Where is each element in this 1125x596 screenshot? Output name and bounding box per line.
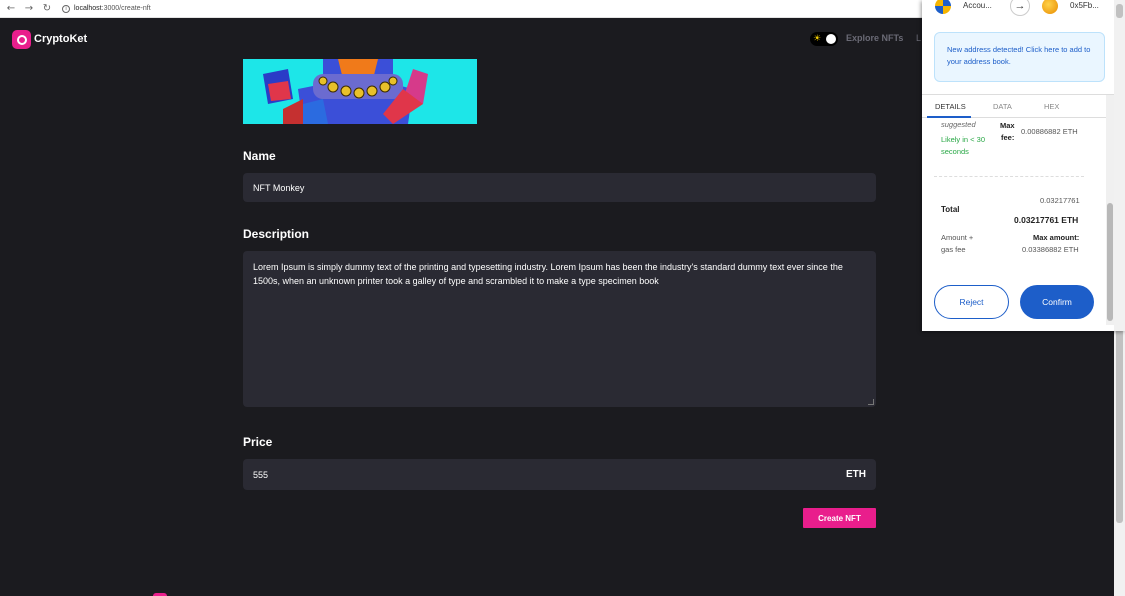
amount-gas-label-line2: gas fee bbox=[941, 245, 966, 254]
popup-content-scrollbar[interactable] bbox=[1106, 95, 1114, 325]
total-label: Total bbox=[941, 205, 960, 214]
arrow-right-icon: → bbox=[1010, 0, 1030, 16]
popup-content-scrollbar-thumb[interactable] bbox=[1107, 203, 1113, 321]
name-input[interactable]: NFT Monkey bbox=[243, 173, 876, 202]
url-path: :3000/create-nft bbox=[101, 5, 151, 12]
back-icon[interactable]: ← bbox=[4, 2, 18, 16]
nav-listed-nfts[interactable]: L bbox=[916, 33, 921, 43]
address-bar[interactable]: i localhost:3000/create-nft bbox=[62, 2, 151, 16]
from-account-avatar-icon bbox=[935, 0, 951, 14]
tab-hex[interactable]: HEX bbox=[1044, 102, 1059, 111]
url-host: localhost bbox=[74, 5, 102, 12]
from-account-name[interactable]: Accou... bbox=[963, 1, 992, 10]
likely-time-line1: Likely in < 30 bbox=[941, 135, 985, 144]
price-label: Price bbox=[243, 435, 273, 449]
forward-icon[interactable]: → bbox=[22, 2, 36, 16]
total-value-eth: 0.03217761 ETH bbox=[1014, 215, 1079, 225]
max-amount-value: 0.03386882 ETH bbox=[1022, 245, 1079, 254]
resize-handle-icon[interactable] bbox=[868, 399, 874, 405]
sun-icon: ☀ bbox=[813, 34, 822, 44]
metamask-popup: Accou... → 0x5Fb... New address detected… bbox=[922, 0, 1125, 331]
tab-details[interactable]: DETAILS bbox=[935, 102, 966, 111]
new-address-notice[interactable]: New address detected! Click here to add … bbox=[934, 32, 1105, 82]
price-input[interactable]: 555 ETH bbox=[243, 459, 876, 490]
price-value: 555 bbox=[253, 470, 269, 480]
cryptoket-logo-icon[interactable] bbox=[12, 30, 31, 49]
toggle-knob bbox=[826, 34, 836, 44]
account-header: Accou... → 0x5Fb... bbox=[922, 0, 1114, 18]
max-fee-value: 0.00886882 ETH bbox=[1021, 127, 1078, 136]
reject-button[interactable]: Reject bbox=[934, 285, 1009, 319]
confirm-button[interactable]: Confirm bbox=[1020, 285, 1094, 319]
name-label: Name bbox=[243, 149, 276, 163]
max-amount-label: Max amount: bbox=[1033, 233, 1080, 242]
reload-icon[interactable]: ↻ bbox=[40, 2, 54, 16]
popup-window-scrollbar[interactable] bbox=[1114, 0, 1125, 331]
max-fee-label-line2: fee: bbox=[1001, 133, 1015, 142]
active-tab-indicator bbox=[927, 116, 971, 118]
to-account-address[interactable]: 0x5Fb... bbox=[1070, 1, 1099, 10]
tab-data[interactable]: DATA bbox=[993, 102, 1012, 111]
theme-toggle[interactable]: ☀ bbox=[810, 32, 838, 46]
description-label: Description bbox=[243, 227, 310, 241]
description-text: Lorem Ipsum is simply dummy text of the … bbox=[253, 262, 843, 286]
detail-tabs: DETAILS DATA HEX bbox=[922, 94, 1114, 118]
likely-time-line2: seconds bbox=[941, 147, 969, 156]
total-value: 0.03217761 bbox=[1040, 196, 1080, 205]
brand-name[interactable]: CryptoKet bbox=[34, 33, 87, 45]
suggested-label: suggested bbox=[941, 120, 976, 129]
site-info-icon[interactable]: i bbox=[62, 4, 70, 13]
create-nft-button[interactable]: Create NFT bbox=[803, 508, 876, 528]
nav-explore-nfts[interactable]: Explore NFTs bbox=[846, 33, 903, 43]
popup-window-scrollbar-thumb[interactable] bbox=[1116, 4, 1123, 18]
amount-gas-label-line1: Amount + bbox=[941, 233, 974, 242]
divider bbox=[934, 176, 1084, 177]
max-fee-label-line1: Max bbox=[1000, 121, 1015, 130]
to-account-avatar-icon bbox=[1042, 0, 1058, 14]
price-unit: ETH bbox=[846, 469, 866, 480]
nft-preview-image bbox=[243, 59, 477, 124]
description-textarea[interactable]: Lorem Ipsum is simply dummy text of the … bbox=[243, 251, 876, 407]
